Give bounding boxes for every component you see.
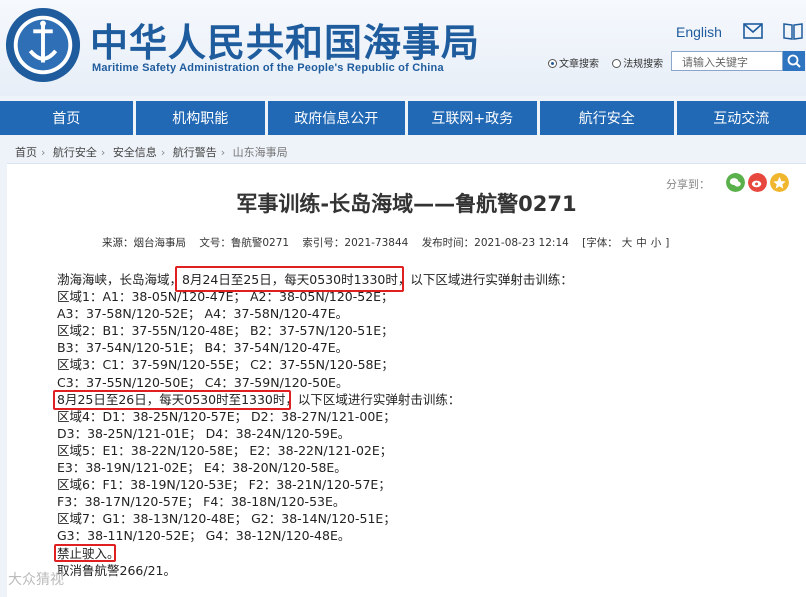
article-line: 区域7：G1：38-13N/120-48E； G2：38-14N/120-51E… [57,511,396,527]
site-header: 中华人民共和国海事局 Maritime Safety Administratio… [0,0,806,96]
nav-item-nav-safety[interactable]: 航行安全 [540,101,674,135]
article-line: G3：38-11N/120-52E； G4：38-12N/120-48E。 [57,528,351,544]
font-size-small[interactable]: 小 [651,237,662,249]
nav-item-home[interactable]: 首页 [0,101,133,135]
article-line: 禁止驶入。 [57,545,120,561]
nav-item-interaction[interactable]: 互动交流 [676,101,806,135]
search-button[interactable] [783,51,805,71]
meta-doc-no: 文号：鲁航警0271 [199,237,290,249]
article-line: C3：37-55N/120-50E； C4：37-59N/120-50E。 [57,374,349,390]
meta-index-no: 索引号：2021-73844 [302,237,409,249]
article-line: 区域3：C1：37-59N/120-55E； C2：37-55N/120-58E… [57,357,394,373]
breadcrumb-item-current[interactable]: 山东海事局 [233,146,288,159]
search-input[interactable]: 请输入关键字 [671,51,783,71]
meta-publish-time: 发布时间：2021-08-23 12:14 [421,237,569,249]
article-line: 取消鲁航警266/21。 [57,562,176,578]
font-size-switcher: [字体： 大中小] [582,237,673,249]
font-size-end: ] [665,237,670,249]
article-line: F3：38-17N/120-57E； F4：38-18N/120-53E。 [57,494,346,510]
breadcrumb-item[interactable]: 航行安全 [53,146,97,159]
breadcrumb: 首页 › 航行安全 › 安全信息 › 航行警告 › 山东海事局 [15,146,288,159]
site-title-cn: 中华人民共和国海事局 [90,21,481,65]
watermark: 大众猜视 [8,572,64,588]
radio-icon [548,59,557,68]
search-option-label: 文章搜索 [559,59,599,70]
article-body: 渤海海峡，长岛海域，8月24日至25日，每天0530时1330时，以下区域进行实… [57,271,573,579]
highlight-box-dates-1 [175,266,404,292]
breadcrumb-item[interactable]: 航行警告 [173,146,217,159]
article-line: A3：37-58N/120-52E； A4：37-58N/120-47E。 [57,306,349,322]
article-title: 军事训练-长岛海域——鲁航警0271 [236,192,577,216]
search-options: 文章搜索 法规搜索 [548,55,673,70]
breadcrumb-item[interactable]: 安全信息 [113,146,157,159]
highlight-box-no-entry [54,544,116,562]
search-option-law[interactable]: 法规搜索 [612,59,663,70]
article-line: 区域4：D1：38-25N/120-57E； D2：38-27N/121-00E… [57,408,396,424]
english-link[interactable]: English [676,24,722,40]
nav-item-internet-gov[interactable]: 互联网+政务 [407,101,538,135]
article-line: 区域6：F1：38-19N/120-53E； F2：38-21N/120-57E… [57,477,391,493]
msa-logo-icon[interactable] [4,6,82,84]
highlight-box-dates-2 [53,390,291,410]
search-option-label: 法规搜索 [623,59,664,70]
article-line: E3：38-19N/121-02E； E4：38-20N/120-58E。 [57,460,347,476]
main-nav: 首页 机构职能 政府信息公开 互联网+政务 航行安全 互动交流 [0,101,806,135]
font-size-medium[interactable]: 中 [636,237,647,249]
search-option-article[interactable]: 文章搜索 [548,59,599,70]
radio-icon [612,59,622,68]
book-icon[interactable] [783,22,803,40]
meta-source: 来源：烟台海事局 [102,237,186,249]
article-meta: 来源：烟台海事局 文号：鲁航警0271 索引号：2021-73844 发布时间：… [102,235,683,250]
nav-item-gov-info[interactable]: 政府信息公开 [268,101,405,135]
article-line: 区域5：E1：38-22N/120-58E； E2：38-22N/121-02E… [57,442,393,458]
article-panel: 分享到： 军事训练-长岛海域——鲁航警0271 来源：烟台海事局 文号：鲁航警0… [7,163,806,597]
article-line: B3：37-54N/120-51E； B4：37-54N/120-47E。 [57,340,349,356]
site-title-en: Maritime Safety Administration of the Pe… [92,62,444,74]
article-line: D3：38-25N/121-01E； D4：38-24N/120-59E。 [57,425,351,441]
mail-icon[interactable] [743,23,763,39]
nav-item-functions[interactable]: 机构职能 [135,101,266,135]
font-size-large[interactable]: 大 [622,237,633,249]
font-size-label: [字体： [582,237,618,249]
article-line: 区域2：B1：37-55N/120-48E； B2：37-57N/120-51E… [57,323,394,339]
breadcrumb-item[interactable]: 首页 [15,146,37,159]
